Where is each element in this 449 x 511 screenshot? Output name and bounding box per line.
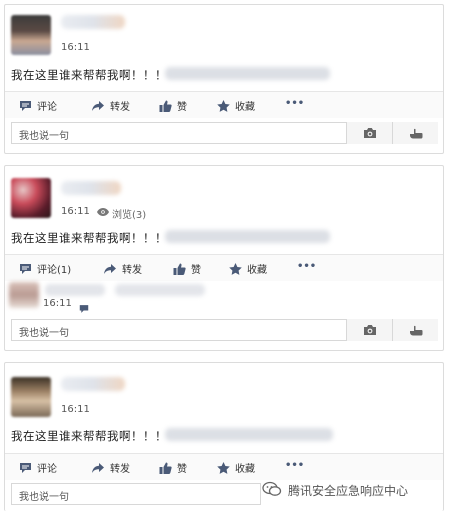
reply-text-redacted [115,284,205,296]
action-bar: 评论(1) 转发 赞 收藏 ••• [5,254,443,281]
more-button[interactable]: ••• [297,261,316,272]
comment-input[interactable]: 我也说一句 [11,483,261,505]
favorite-button[interactable]: 收藏 [217,460,255,475]
comment-input[interactable]: 我也说一句 [11,122,438,144]
post-text: 我在这里谁来帮帮我啊！！！ [11,68,167,82]
comment-label: 评论 [37,464,57,475]
hand-pointer-icon [408,124,424,143]
share-button[interactable]: 转发 [103,261,142,276]
post-card: 16:11 浏览(3) 我在这里谁来帮帮我啊！！！ 评论(1) 转发 赞 收藏 … [4,165,444,351]
comment-label: 评论 [37,102,57,113]
comment-icon [19,263,32,275]
like-button[interactable]: 赞 [159,460,187,475]
share-label: 转发 [122,265,142,276]
comment-placeholder: 我也说一句 [19,328,69,339]
post-time: 16:11 [61,404,90,415]
more-icon: ••• [285,460,305,471]
favorite-label: 收藏 [235,102,255,113]
comment-icon [19,462,32,474]
favorite-label: 收藏 [247,265,267,276]
share-icon [91,100,105,112]
more-button[interactable]: ••• [285,98,304,109]
favorite-label: 收藏 [235,464,255,475]
camera-icon [363,124,377,143]
share-icon [91,462,105,474]
watermark: 腾讯安全应急响应中心 [262,481,408,500]
reply-avatar[interactable] [9,282,39,308]
post-text: 我在这里谁来帮帮我啊！！！ [11,231,167,245]
like-label: 赞 [177,102,187,113]
post-time: 16:11 [61,42,90,53]
comment-icon [19,100,32,112]
text-redacted [165,230,330,243]
view-count-label: 浏览(3) [112,210,147,221]
share-label: 转发 [110,102,130,113]
share-label: 转发 [110,464,130,475]
post-text: 我在这里谁来帮帮我啊！！！ [11,429,167,443]
star-icon [229,262,242,275]
avatar[interactable] [11,15,51,55]
comment-button[interactable]: 评论 [19,460,57,475]
share-button[interactable]: 转发 [91,98,130,113]
post-time: 16:11 [61,206,90,217]
post-card: 16:11 我在这里谁来帮帮我啊！！！ 评论 转发 赞 收藏 ••• 我也说一句 [4,4,444,154]
avatar[interactable] [11,178,51,218]
share-button[interactable]: 转发 [91,460,130,475]
more-icon: ••• [297,261,317,272]
favorite-button[interactable]: 收藏 [217,98,255,113]
action-bar: 评论 转发 赞 收藏 ••• [5,453,443,480]
wechat-icon [262,481,282,500]
action-bar: 评论 转发 赞 收藏 ••• [5,91,443,118]
gesture-button[interactable] [392,319,438,341]
hand-pointer-icon [408,321,424,340]
comment-placeholder: 我也说一句 [19,492,69,503]
more-button[interactable]: ••• [285,460,304,471]
username-redacted[interactable] [61,377,125,391]
thumbs-up-icon [159,462,172,474]
star-icon [217,99,230,112]
like-button[interactable]: 赞 [159,98,187,113]
comment-button[interactable]: 评论 [19,98,57,113]
reply-comment-icon [79,299,89,318]
avatar[interactable] [11,377,51,417]
gesture-button[interactable] [392,122,438,144]
text-redacted [165,67,330,80]
text-redacted [165,428,333,441]
reply-time: 16:11 [43,298,72,309]
watermark-text: 腾讯安全应急响应中心 [288,484,409,498]
reply-name-redacted[interactable] [45,284,105,296]
camera-button[interactable] [346,319,392,341]
comment-label: 评论(1) [37,265,72,276]
comment-input[interactable]: 我也说一句 [11,319,438,341]
like-label: 赞 [191,265,201,276]
star-icon [217,461,230,474]
username-redacted[interactable] [61,181,121,195]
camera-icon [363,321,377,340]
thumbs-up-icon [159,100,172,112]
like-button[interactable]: 赞 [173,261,201,276]
like-label: 赞 [177,464,187,475]
share-icon [103,263,117,275]
comment-placeholder: 我也说一句 [19,131,69,142]
comment-button[interactable]: 评论(1) [19,261,71,276]
camera-button[interactable] [346,122,392,144]
eye-icon [97,208,109,219]
view-count: 浏览(3) [97,206,146,221]
username-redacted[interactable] [61,15,125,29]
thumbs-up-icon [173,263,186,275]
more-icon: ••• [285,98,305,109]
favorite-button[interactable]: 收藏 [229,261,267,276]
